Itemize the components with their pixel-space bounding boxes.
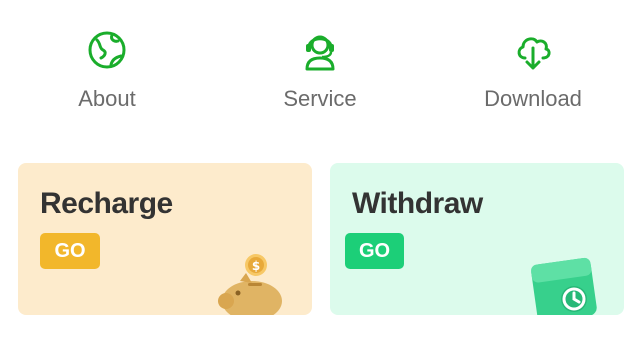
headset-agent-icon bbox=[298, 28, 342, 72]
nav-label-about: About bbox=[78, 86, 136, 111]
nav-item-download[interactable]: Download bbox=[453, 22, 613, 122]
svg-text:$: $ bbox=[252, 259, 260, 273]
withdraw-title: Withdraw bbox=[352, 187, 483, 220]
recharge-title: Recharge bbox=[40, 187, 173, 220]
cloud-download-icon bbox=[511, 28, 555, 72]
recharge-go-button[interactable]: GO bbox=[40, 233, 100, 269]
piggy-bank-coin-icon: $ bbox=[212, 251, 292, 315]
nav-label-service: Service bbox=[283, 86, 357, 111]
nav-label-download: Download bbox=[484, 86, 582, 111]
globe-icon bbox=[85, 28, 129, 72]
wallet-clock-icon bbox=[528, 251, 604, 315]
recharge-card[interactable]: Recharge GO $ bbox=[18, 163, 312, 315]
quick-nav: About Service Download bbox=[0, 0, 640, 140]
nav-item-service[interactable]: Service bbox=[240, 22, 400, 122]
withdraw-card[interactable]: Withdraw GO bbox=[330, 163, 624, 315]
withdraw-go-button[interactable]: GO bbox=[345, 233, 404, 269]
nav-item-about[interactable]: About bbox=[27, 22, 187, 122]
